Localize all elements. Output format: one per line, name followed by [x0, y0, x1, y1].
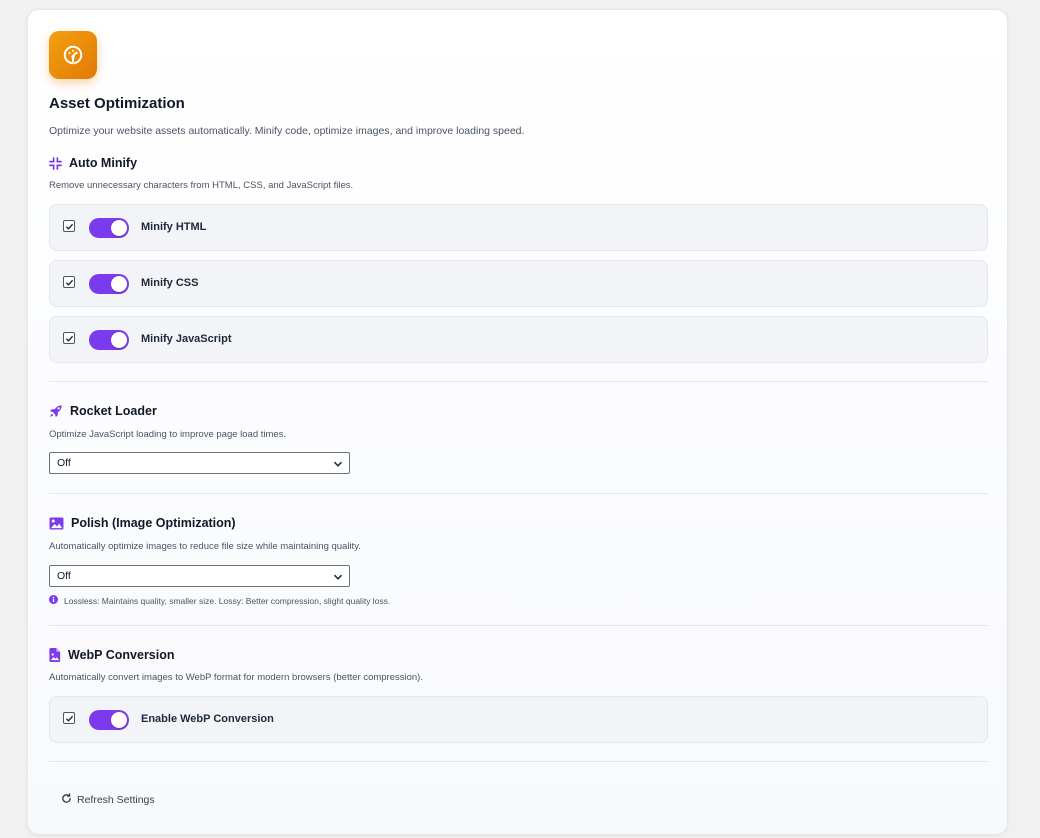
info-icon	[49, 595, 58, 606]
minify-css-row: Minify CSS	[49, 260, 988, 307]
webp-conversion-toggle[interactable]	[89, 710, 129, 730]
minify-css-label: Minify CSS	[141, 277, 199, 289]
webp-title: WebP Conversion	[68, 648, 175, 662]
compress-icon	[49, 156, 62, 170]
minify-javascript-checkbox[interactable]	[63, 332, 75, 344]
minify-javascript-label: Minify JavaScript	[141, 333, 232, 345]
rocket-loader-description: Optimize JavaScript loading to improve p…	[49, 429, 287, 440]
webp-conversion-checkbox[interactable]	[63, 712, 75, 724]
auto-minify-description: Remove unnecessary characters from HTML,…	[49, 180, 354, 191]
section-divider	[49, 493, 988, 494]
minify-html-label: Minify HTML	[141, 221, 207, 233]
polish-hint-text: Lossless: Maintains quality, smaller siz…	[64, 595, 391, 606]
minify-html-row: Minify HTML	[49, 204, 988, 251]
rocket-loader-title: Rocket Loader	[70, 404, 157, 418]
polish-selected-value: Off	[57, 570, 71, 582]
polish-hint: Lossless: Maintains quality, smaller siz…	[49, 595, 390, 606]
minify-javascript-toggle[interactable]	[89, 330, 129, 350]
polish-heading: Polish (Image Optimization)	[49, 516, 236, 530]
chevron-down-icon	[333, 459, 343, 472]
webp-description: Automatically convert images to WebP for…	[49, 672, 423, 683]
auto-minify-heading: Auto Minify	[49, 156, 137, 170]
section-divider	[49, 381, 988, 382]
minify-javascript-row: Minify JavaScript	[49, 316, 988, 363]
refresh-icon	[61, 793, 72, 807]
webp-conversion-row: Enable WebP Conversion	[49, 696, 988, 743]
file-image-icon	[49, 648, 61, 662]
rocket-loader-selected-value: Off	[57, 457, 71, 469]
webp-heading: WebP Conversion	[49, 648, 175, 662]
minify-css-toggle[interactable]	[89, 274, 129, 294]
minify-html-checkbox[interactable]	[63, 220, 75, 232]
page-title: Asset Optimization	[49, 95, 185, 112]
rocket-loader-select[interactable]: Off	[49, 452, 350, 474]
polish-description: Automatically optimize images to reduce …	[49, 541, 361, 552]
auto-minify-title: Auto Minify	[69, 156, 138, 170]
refresh-settings-label: Refresh Settings	[77, 794, 155, 806]
minify-css-checkbox[interactable]	[63, 276, 75, 288]
polish-select[interactable]: Off	[49, 565, 350, 587]
rocket-icon	[49, 404, 63, 418]
webp-conversion-label: Enable WebP Conversion	[141, 713, 274, 725]
section-divider	[49, 761, 988, 762]
polish-title: Polish (Image Optimization)	[71, 516, 236, 530]
minify-html-toggle[interactable]	[89, 218, 129, 238]
section-divider	[49, 625, 988, 626]
refresh-settings-button[interactable]: Refresh Settings	[61, 793, 155, 807]
rocket-loader-heading: Rocket Loader	[49, 404, 157, 418]
chevron-down-icon	[333, 572, 343, 585]
speedometer-icon	[49, 31, 97, 79]
page-description: Optimize your website assets automatical…	[49, 125, 525, 137]
image-icon	[49, 516, 64, 530]
asset-optimization-card: Asset Optimization Optimize your website…	[27, 9, 1008, 835]
